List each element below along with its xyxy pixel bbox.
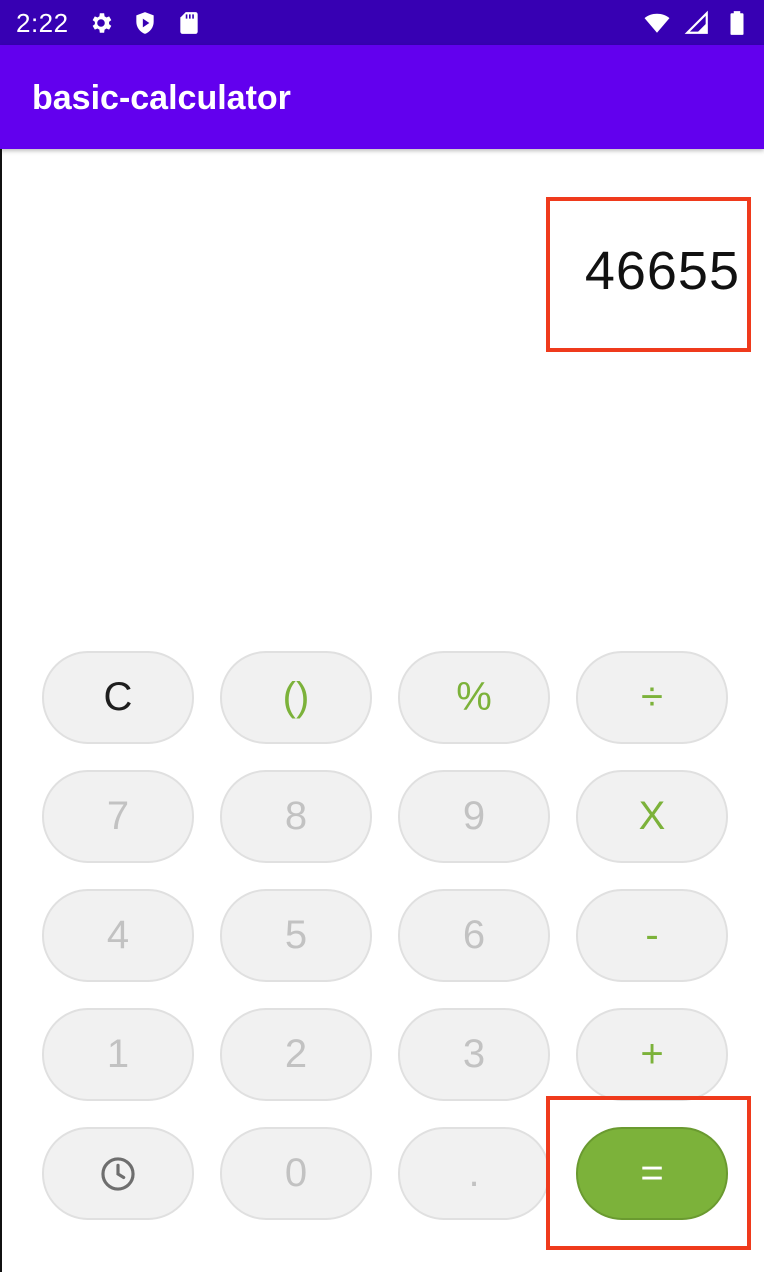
digit-5-button[interactable]: 5 <box>220 889 372 982</box>
history-button[interactable] <box>42 1127 194 1220</box>
multiply-button[interactable]: X <box>576 770 728 863</box>
digit-0-button[interactable]: 0 <box>220 1127 372 1220</box>
digit-3-button[interactable]: 3 <box>398 1008 550 1101</box>
clock-icon <box>99 1155 137 1193</box>
decimal-button[interactable]: . <box>398 1127 550 1220</box>
parentheses-button[interactable]: () <box>220 651 372 744</box>
minus-button[interactable]: - <box>576 889 728 982</box>
keypad: C () % ÷ 7 8 9 X 4 5 6 - 1 2 3 + 0 . = <box>0 0 764 1272</box>
digit-4-button[interactable]: 4 <box>42 889 194 982</box>
plus-button[interactable]: + <box>576 1008 728 1101</box>
clear-button[interactable]: C <box>42 651 194 744</box>
divide-button[interactable]: ÷ <box>576 651 728 744</box>
percent-button[interactable]: % <box>398 651 550 744</box>
digit-1-button[interactable]: 1 <box>42 1008 194 1101</box>
digit-7-button[interactable]: 7 <box>42 770 194 863</box>
digit-6-button[interactable]: 6 <box>398 889 550 982</box>
equals-button[interactable]: = <box>576 1127 728 1220</box>
digit-9-button[interactable]: 9 <box>398 770 550 863</box>
digit-8-button[interactable]: 8 <box>220 770 372 863</box>
digit-2-button[interactable]: 2 <box>220 1008 372 1101</box>
